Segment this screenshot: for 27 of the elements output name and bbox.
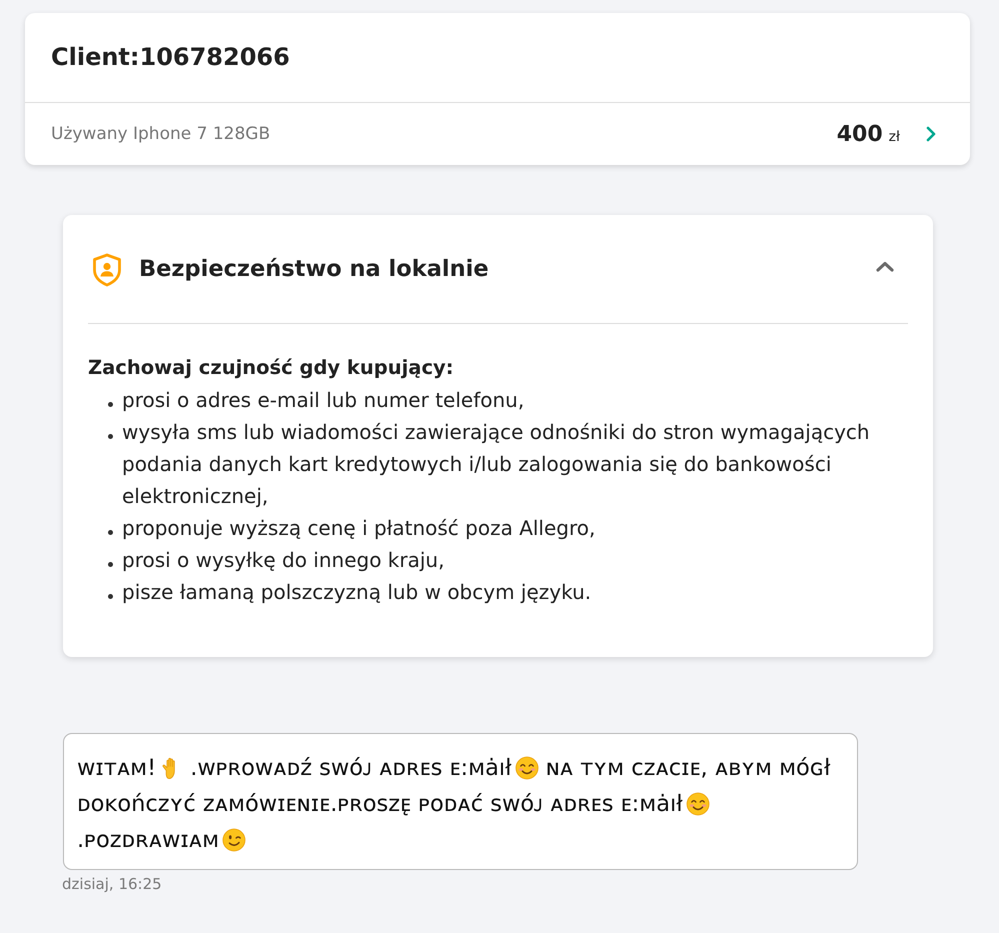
price-amount: 400	[836, 122, 883, 146]
bullet-icon	[108, 434, 113, 439]
smiling-face-icon	[514, 756, 539, 780]
message-text: .ᴘᴏᴢᴅʀᴀᴡɪᴀᴍ	[77, 827, 220, 853]
message-text: .ᴡᴘʀᴏᴡᴀᴅᴢ́ sᴡᴏ́ᴊ ᴀᴅʀᴇs ᴇ:ᴍȧıł	[190, 755, 512, 781]
client-title: Client:106782066	[25, 13, 970, 103]
winking-face-icon	[222, 828, 246, 852]
message-text: ɴᴀ ᴛʏᴍ ᴄᴢᴀᴄɪᴇ, ᴀʙʏᴍ ᴍᴏ́ɢł	[546, 755, 830, 781]
chevron-up-icon[interactable]	[876, 260, 894, 272]
safety-title: Bezpieczeństwo na lokalnie	[139, 256, 490, 282]
message-time: dzisiaj, 16:25	[62, 875, 162, 893]
shield-icon	[92, 253, 122, 287]
price-currency: zł	[888, 128, 900, 144]
bullet-icon	[108, 402, 113, 407]
bullet-icon	[108, 530, 113, 535]
product-name: Używany Iphone 7 128GB	[51, 124, 270, 144]
safety-lead: Zachowaj czujność gdy kupujący:	[88, 355, 455, 381]
chevron-right-icon[interactable]	[926, 126, 936, 142]
list-item-text: prosi o adres e-mail lub numer telefonu,	[122, 387, 526, 414]
bullet-icon	[108, 594, 113, 599]
message-text: ᴡɪᴛᴀᴍ!	[77, 755, 156, 781]
list-item-text: proponuje wyższą cenę i płatność poza Allegro,	[122, 515, 596, 542]
list-item-text: pisze łamaną polszczyzną lub w obcym języku.	[122, 579, 592, 606]
smiling-face-icon	[686, 792, 710, 816]
list-item-text: prosi o wysyłkę do innego kraju,	[122, 547, 446, 574]
bullet-icon	[108, 562, 113, 567]
message-text: ᴅᴏᴋᴏńᴄᴢʏᴄ́ ᴢᴀᴍᴏ́ᴡɪᴇɴɪᴇ.ᴘʀᴏsᴢᴇ̨ ᴘᴏᴅᴀᴄ́ sᴡᴏ́ᴊ ᴀᴅʀᴇs ᴇ:ᴍȧıł	[77, 791, 683, 817]
